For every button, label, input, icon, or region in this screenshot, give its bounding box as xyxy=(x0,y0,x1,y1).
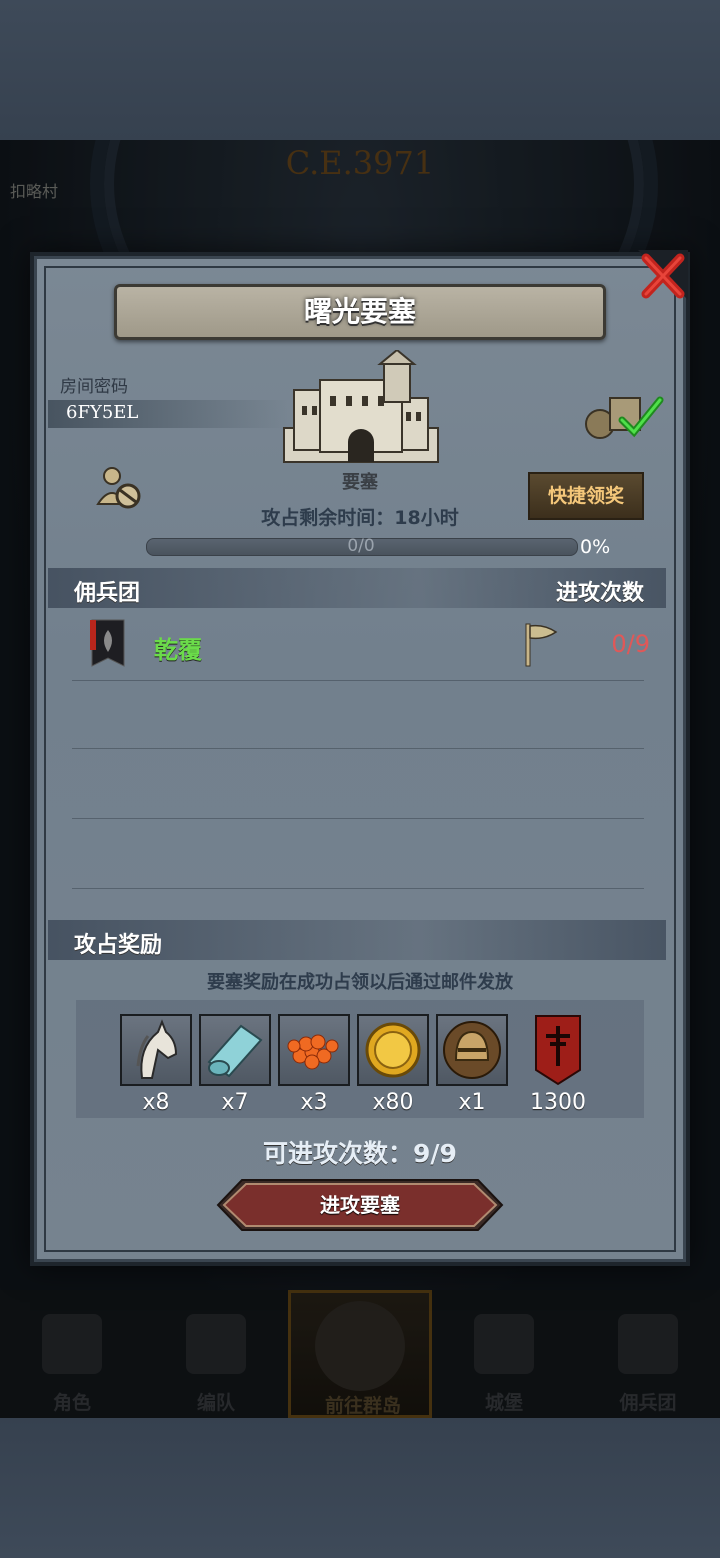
guild-honor-banner-icon xyxy=(535,1015,581,1086)
building-name: 要塞 xyxy=(342,472,378,493)
dialog-title-bar: 曙光要塞 xyxy=(114,284,606,340)
reward-count: x7 xyxy=(221,1090,249,1115)
mercenary-attacks: 0/9 xyxy=(611,630,650,658)
reward-item[interactable] xyxy=(120,1014,192,1086)
reward-count: x8 xyxy=(142,1090,170,1115)
progress-percent: 0% xyxy=(580,536,611,558)
reward-item[interactable] xyxy=(357,1014,429,1086)
mercenary-name: 乾覆 xyxy=(154,636,202,664)
gold-coin-icon xyxy=(365,1022,421,1078)
reward-item[interactable] xyxy=(278,1014,350,1086)
room-code-label: 房间密码 xyxy=(60,377,128,397)
reward-count: x80 xyxy=(372,1090,414,1115)
room-code-value: 6FY5EL xyxy=(66,402,139,423)
attack-fortress-label: 进攻要塞 xyxy=(320,1193,400,1217)
reward-item[interactable] xyxy=(436,1014,508,1086)
reward-count: x1 xyxy=(458,1090,486,1115)
reward-bag-check-icon xyxy=(585,396,664,439)
close-icon[interactable] xyxy=(636,250,688,302)
reward-note: 要塞奖励在成功占领以后通过邮件发放 xyxy=(207,972,513,993)
reward-section-title: 攻占奖励 xyxy=(74,933,163,958)
mercenary-section-title: 佣兵团 xyxy=(74,581,141,606)
attack-count-header: 进攻次数 xyxy=(555,581,644,606)
knight-helmet-icon xyxy=(443,1021,501,1079)
bottom-letterbox xyxy=(0,1418,720,1558)
flag-icon xyxy=(525,623,558,667)
progress-text: 0/0 xyxy=(347,536,375,556)
remaining-time: 攻占剩余时间：18小时 xyxy=(261,507,459,529)
cloth-roll-icon xyxy=(207,1024,263,1078)
row-divider xyxy=(72,818,644,819)
reward-count: 1300 xyxy=(530,1090,586,1115)
row-divider xyxy=(72,888,644,889)
horse-icon xyxy=(136,1019,178,1079)
row-divider xyxy=(72,748,644,749)
fortress-icon xyxy=(283,350,439,463)
guild-banner-icon xyxy=(90,619,125,667)
top-letterbox xyxy=(0,0,720,140)
caviar-icon xyxy=(287,1034,339,1070)
reward-item[interactable] xyxy=(199,1014,271,1086)
available-attacks: 可进攻次数：9/9 xyxy=(263,1139,457,1168)
reward-count: x3 xyxy=(300,1090,328,1115)
attack-fortress-button[interactable]: 进攻要塞 xyxy=(216,1178,504,1232)
row-divider xyxy=(72,680,644,681)
dialog-title: 曙光要塞 xyxy=(303,295,416,328)
